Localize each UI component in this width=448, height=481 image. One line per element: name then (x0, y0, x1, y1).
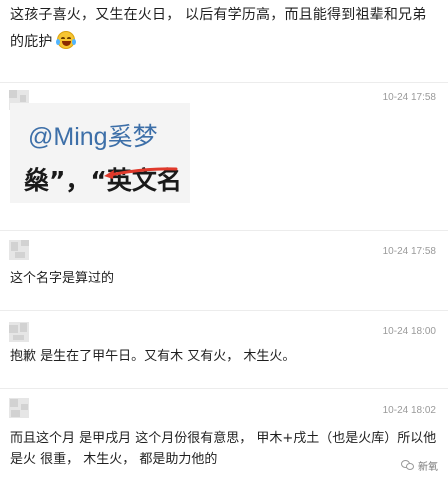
divider (0, 230, 448, 231)
watermark-text: 新氧 (418, 462, 438, 473)
divider (0, 310, 448, 311)
comment-text: 而且这个月 是甲戌月 这个月份很有意思， 甲木+戌土（也是火库）所以他是火 很重… (10, 431, 437, 467)
laughing-crying-icon (55, 31, 76, 49)
divider (0, 388, 448, 389)
comment-timestamp: 10-24 17:58 (382, 92, 436, 103)
comment-timestamp: 10-24 17:58 (382, 246, 436, 257)
comment-text: 这个名字是算过的 (10, 271, 115, 286)
image-text-line1: @Ming奚梦 (28, 123, 158, 151)
avatar[interactable] (9, 322, 29, 342)
comment-image[interactable]: @Ming奚梦 燊”，“英文名 (10, 103, 190, 203)
watermark: 新氧 (401, 458, 438, 473)
red-arrow-icon (104, 167, 178, 179)
wechat-icon (401, 460, 415, 471)
comment-text: 抱歉 是生在了甲午日。又有木 又有火， 木生火。 (10, 349, 296, 364)
avatar[interactable] (9, 240, 29, 260)
avatar[interactable] (9, 398, 29, 418)
divider (0, 82, 448, 83)
intro-comment-text: 这孩子喜火，又生在火日， 以后有学历高，而且能得到祖辈和兄弟的庇护 (10, 2, 438, 56)
comment-timestamp: 10-24 18:02 (382, 405, 436, 416)
comment-timestamp: 10-24 18:00 (382, 326, 436, 337)
